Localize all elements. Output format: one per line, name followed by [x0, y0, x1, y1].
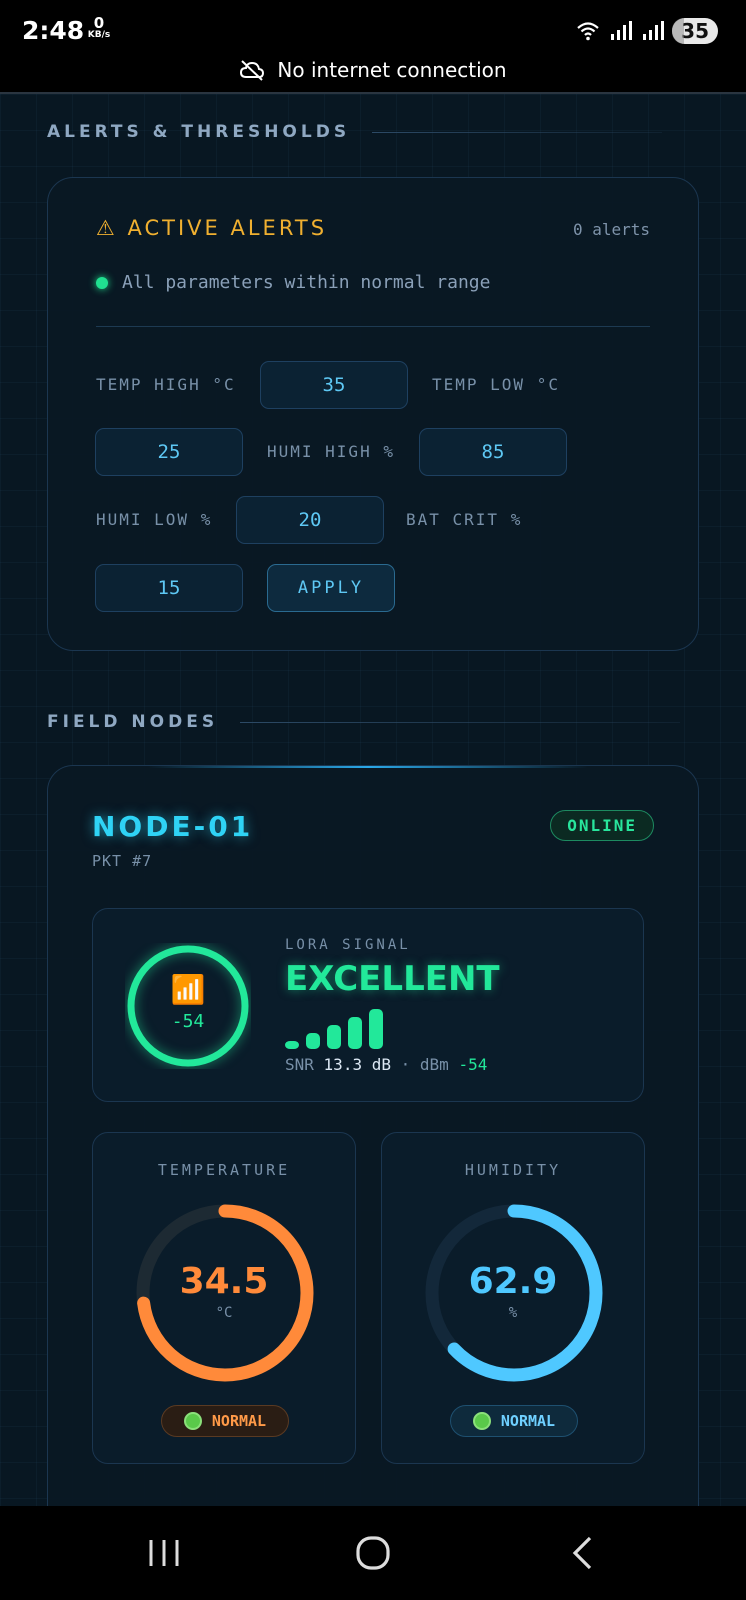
temperature-value: 34.5	[179, 1261, 269, 1302]
dbm-label: dBm	[419, 1055, 449, 1074]
packet-counter: PKT #7	[92, 852, 153, 870]
alerts-card: ⚠ ACTIVE ALERTS 0 alerts All parameters …	[47, 177, 699, 651]
status-ok-dot-icon	[96, 276, 108, 289]
snr-label: SNR	[285, 1055, 314, 1074]
signal-bar	[306, 1033, 320, 1049]
signal-bar	[285, 1041, 299, 1049]
clock: 2:48	[22, 16, 85, 45]
node-name: NODE-01	[92, 810, 254, 843]
apply-button[interactable]: APPLY	[267, 564, 395, 612]
separator: ·	[400, 1055, 411, 1074]
section-title: FIELD NODES	[47, 712, 219, 732]
back-icon[interactable]	[558, 1528, 608, 1578]
section-divider	[372, 131, 663, 133]
status-bar: 2:48 0 KB/s 35 No internet connection	[0, 0, 746, 94]
signal-rssi: -54	[172, 1011, 205, 1032]
alert-status-row: All parameters within normal range	[96, 272, 490, 293]
humi-low-input[interactable]	[236, 496, 384, 544]
cell-signal-icon	[643, 21, 665, 40]
temp-high-label: TEMP HIGH °C	[96, 375, 236, 394]
humidity-status: NORMAL	[500, 1412, 556, 1430]
signal-strength-bars	[285, 1009, 383, 1049]
dbm-value: -54	[458, 1055, 488, 1074]
temp-low-label: TEMP LOW °C	[432, 375, 560, 394]
temperature-status: NORMAL	[211, 1412, 267, 1430]
status-badge: ONLINE	[550, 810, 654, 841]
network-speed-unit: KB/s	[87, 30, 111, 40]
temperature-label: TEMPERATURE	[157, 1161, 291, 1179]
signal-bar	[327, 1025, 341, 1049]
signal-ring: 📶 -54	[127, 945, 249, 1067]
temperature-status-badge: NORMAL	[161, 1405, 289, 1437]
section-title: ALERTS & THRESHOLDS	[47, 122, 351, 142]
humidity-label: HUMIDITY	[464, 1161, 562, 1179]
wifi-icon	[577, 22, 599, 41]
cell-signal-icon	[611, 21, 633, 40]
recent-apps-icon[interactable]	[139, 1528, 189, 1578]
alerts-section-header: ALERTS & THRESHOLDS	[47, 122, 663, 142]
humidity-status-badge: NORMAL	[450, 1405, 578, 1437]
network-speed: 0 KB/s	[84, 16, 114, 40]
node-card[interactable]: NODE-01 PKT #7 ONLINE 📶 -54 LORA SIGNAL …	[47, 765, 699, 1555]
active-alerts-title: ⚠ ACTIVE ALERTS	[96, 216, 328, 240]
temperature-unit: °C	[215, 1305, 233, 1321]
signal-label: LORA SIGNAL	[285, 937, 411, 953]
bat-crit-label: BAT CRIT %	[406, 510, 523, 529]
green-circle-icon	[472, 1412, 491, 1430]
divider	[96, 326, 650, 327]
snr-value: 13.3 dB	[323, 1055, 391, 1074]
signal-details: SNR 13.3 dB · dBm -54	[285, 1055, 487, 1074]
card-glow	[148, 766, 588, 768]
green-circle-icon	[183, 1412, 202, 1430]
humi-high-label: HUMI HIGH %	[267, 442, 395, 461]
connection-text: No internet connection	[277, 58, 507, 82]
lora-signal-panel: 📶 -54 LORA SIGNAL EXCELLENT SNR 13.3 dB …	[92, 908, 644, 1102]
connection-banner: No internet connection	[0, 58, 746, 82]
home-icon[interactable]	[348, 1528, 398, 1578]
humi-low-label: HUMI LOW %	[96, 510, 213, 529]
temp-low-input[interactable]	[95, 428, 243, 476]
temp-high-input[interactable]	[260, 361, 408, 409]
humi-high-input[interactable]	[419, 428, 567, 476]
system-navigation-bar	[0, 1506, 746, 1600]
humidity-unit: %	[508, 1305, 518, 1321]
signal-bars-icon: 📶	[171, 973, 206, 1006]
signal-bar	[369, 1009, 383, 1049]
bat-crit-input[interactable]	[95, 564, 243, 612]
temperature-panel: TEMPERATURE 34.5 °C NORMAL	[92, 1132, 356, 1464]
nodes-section-header: FIELD NODES	[47, 712, 681, 732]
cloud-off-icon	[240, 60, 265, 81]
humidity-value: 62.9	[468, 1261, 558, 1302]
status-icons: 35	[576, 18, 718, 44]
network-speed-value: 0	[93, 14, 105, 32]
alert-status-message: All parameters within normal range	[122, 272, 491, 293]
signal-quality: EXCELLENT	[285, 959, 500, 999]
humidity-panel: HUMIDITY 62.9 % NORMAL	[381, 1132, 645, 1464]
signal-bar	[348, 1017, 362, 1049]
battery-indicator: 35	[672, 18, 718, 44]
section-divider	[240, 721, 681, 723]
alert-count: 0 alerts	[572, 220, 650, 239]
